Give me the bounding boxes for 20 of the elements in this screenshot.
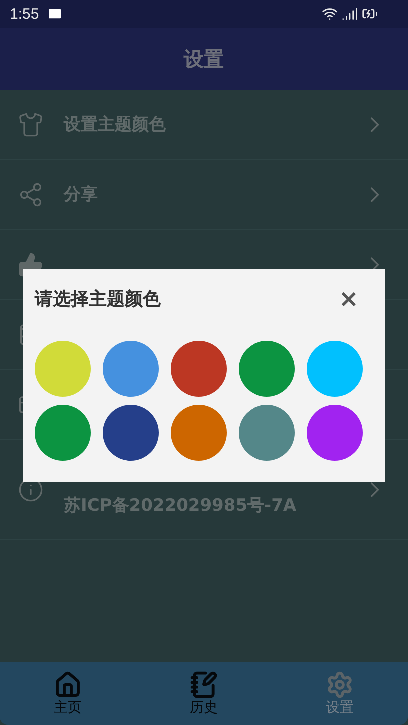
close-button[interactable]: × [338, 287, 373, 311]
home-icon [54, 670, 82, 698]
dialog-title: 请选择主题颜色 [35, 288, 161, 311]
shirt-icon [18, 112, 44, 138]
nav-tab[interactable]: 主页 [0, 662, 136, 725]
row-label: 设置主题颜色 [64, 114, 167, 136]
settings-row[interactable]: 设置主题颜色 [0, 90, 408, 160]
notebook-pen-icon [190, 670, 218, 698]
mail-icon [47, 6, 64, 22]
settings-row[interactable]: 分享 [0, 160, 408, 230]
status-time: 1:55 [10, 6, 40, 22]
signal-icon [342, 6, 358, 22]
row-label: 分享 [64, 184, 99, 206]
settings-icon [326, 670, 354, 698]
share-icon [18, 182, 44, 208]
page-title: 设置 [184, 46, 224, 72]
nav-tab[interactable]: 历史 [136, 662, 272, 725]
nav-tab[interactable]: 设置 [272, 662, 408, 725]
row-label: 苏ICP备2022029985号-7A [64, 495, 298, 517]
wifi-icon [322, 6, 338, 22]
